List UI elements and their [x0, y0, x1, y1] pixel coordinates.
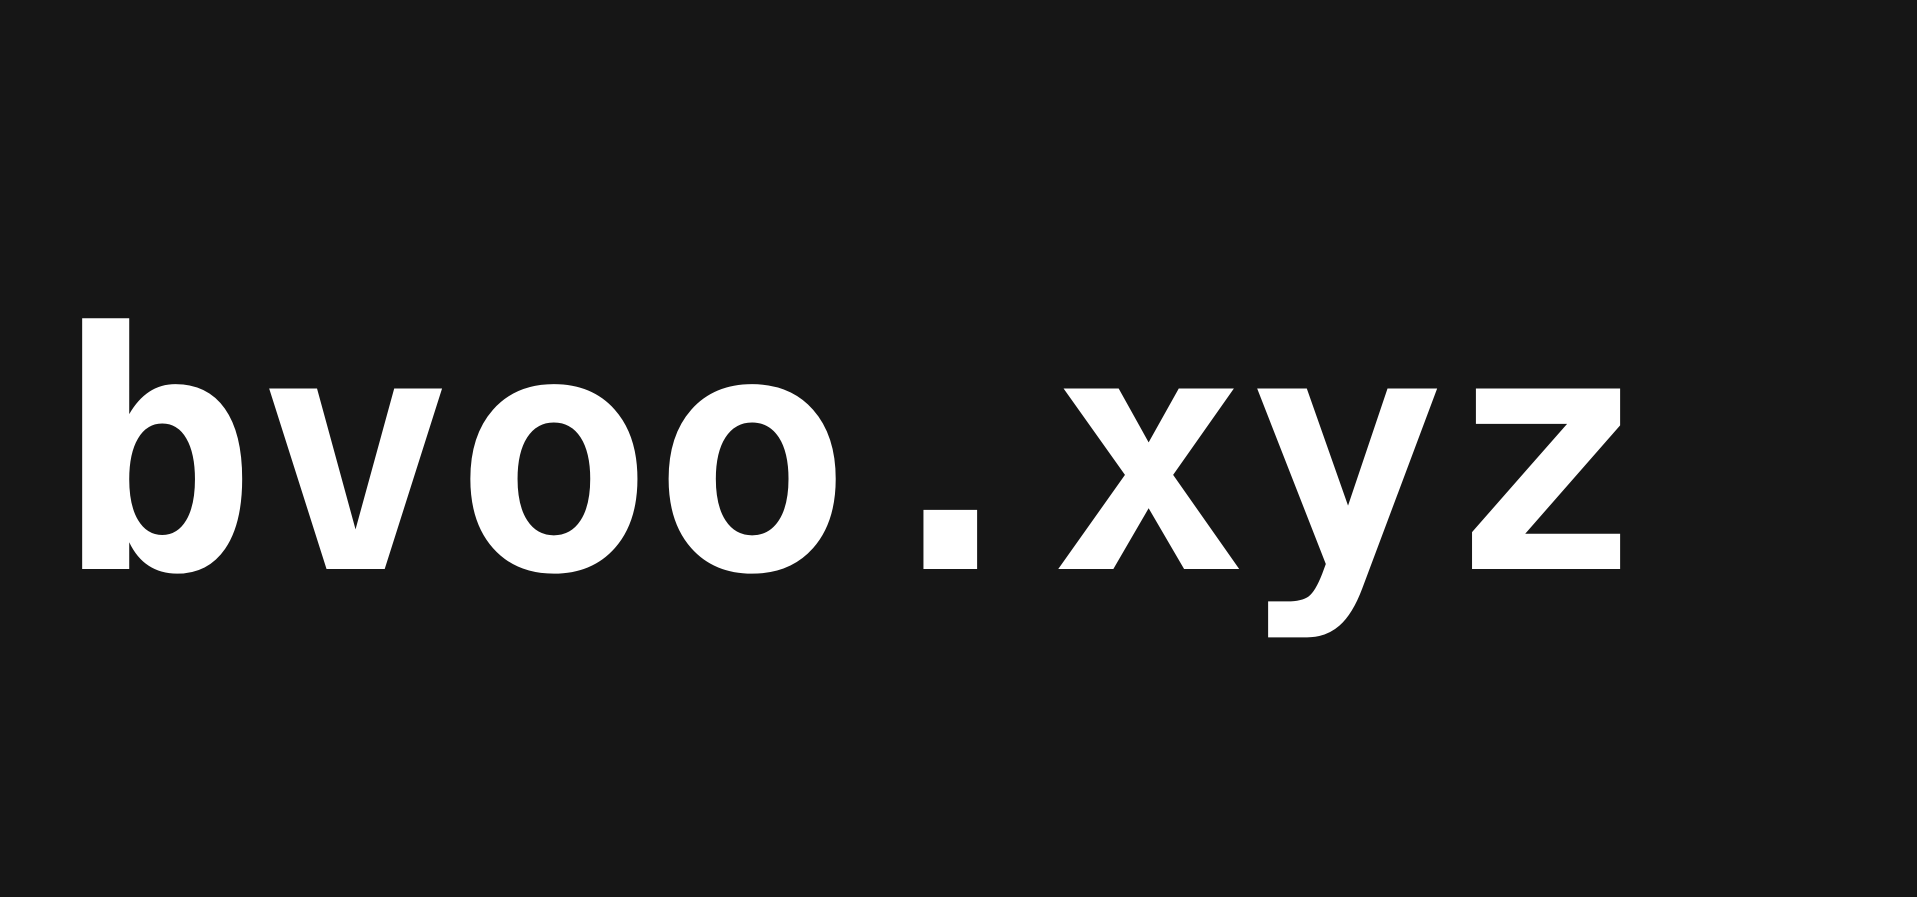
domain-wordmark: bvoo.xyz	[58, 262, 1645, 647]
logo-canvas: bvoo.xyz	[0, 0, 1917, 897]
